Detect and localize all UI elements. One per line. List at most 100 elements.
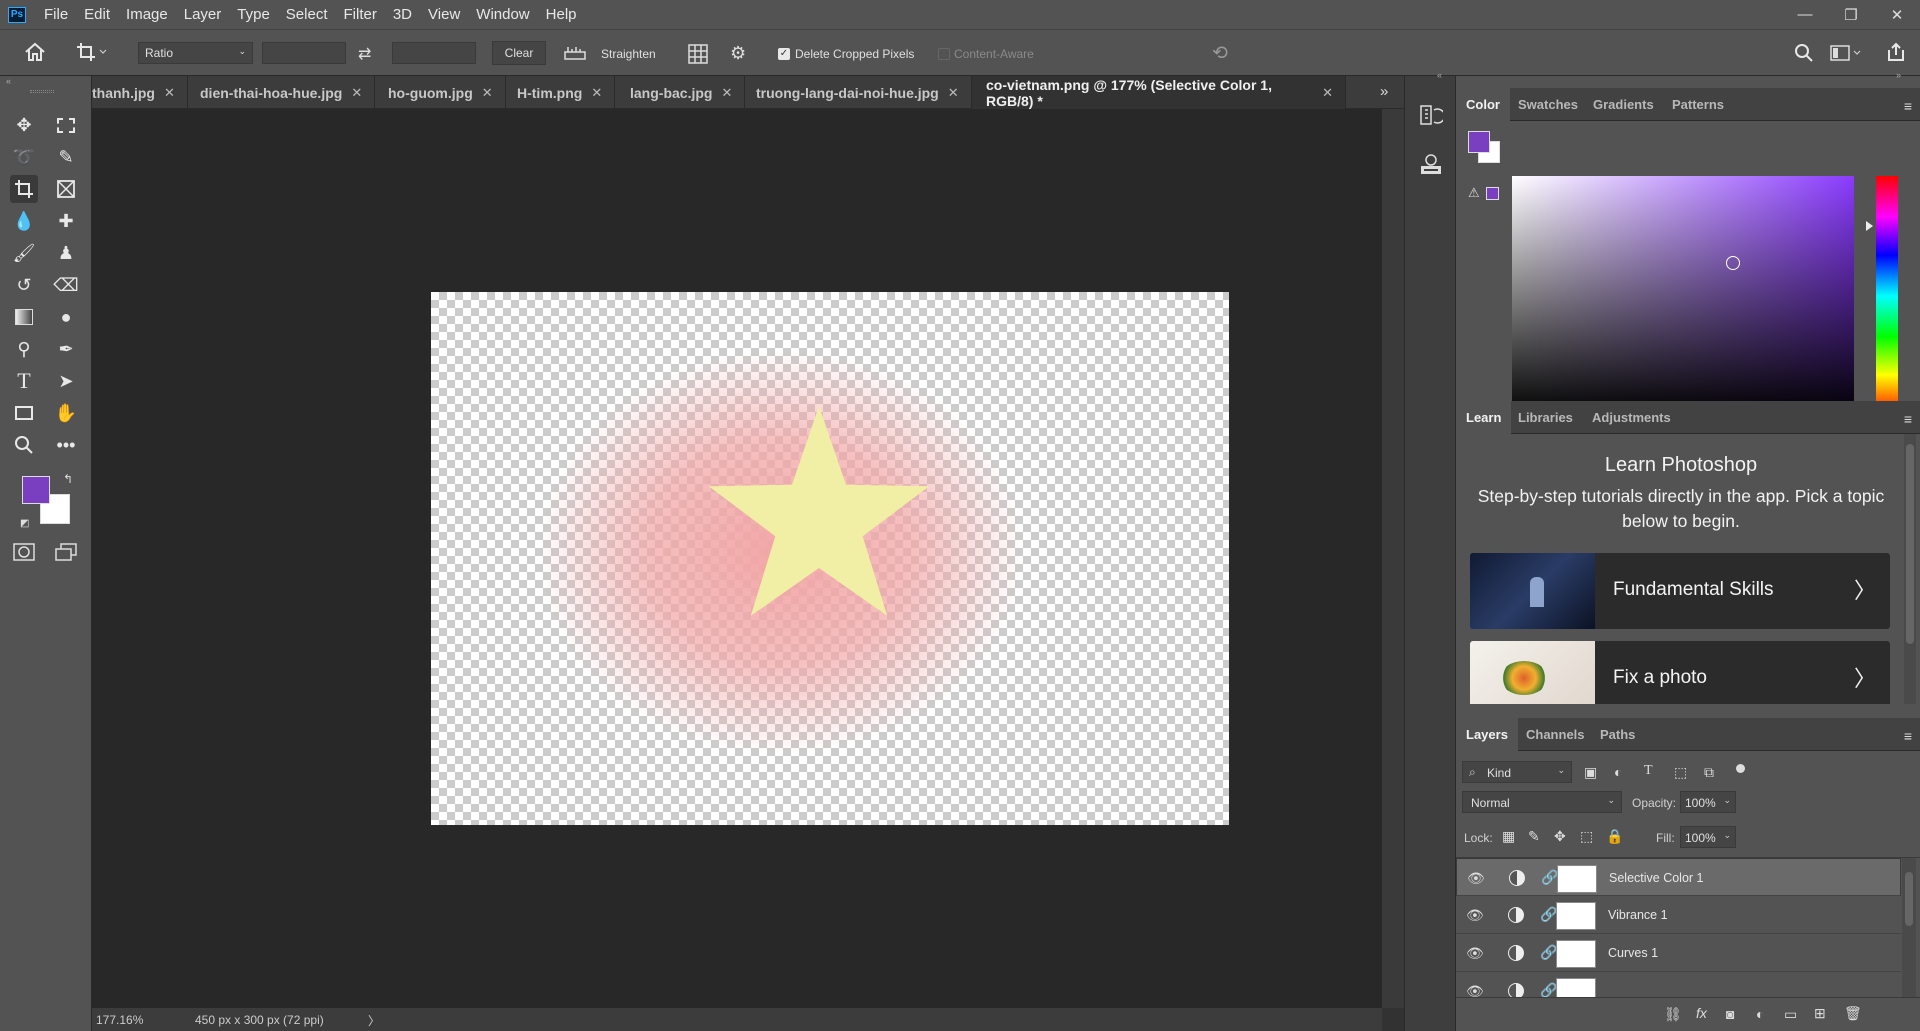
menu-image[interactable]: Image [118, 6, 176, 23]
layer-filter-select[interactable]: ⌕ Kind ⌄ [1462, 761, 1572, 783]
learn-scrollbar[interactable] [1904, 434, 1916, 704]
pen-tool-icon[interactable]: ✒ [52, 335, 80, 363]
restore-button[interactable]: ❐ [1828, 0, 1874, 29]
close-icon[interactable]: ✕ [164, 85, 175, 101]
tab-ho-guom[interactable]: ho-guom.jpg ✕ [374, 76, 506, 109]
dodge-tool-icon[interactable]: ⚲ [10, 335, 38, 363]
delete-cropped-checkbox[interactable]: ✓ [778, 48, 790, 60]
link-icon[interactable]: 🔗 [1540, 906, 1557, 923]
tab-color[interactable]: Color [1456, 88, 1510, 121]
opacity-input[interactable]: 100% ⌄ [1680, 791, 1736, 813]
content-aware-checkbox[interactable] [938, 48, 950, 60]
eye-icon[interactable]: 👁 [1467, 870, 1485, 887]
foreground-color-swatch[interactable] [22, 476, 50, 504]
undo-rotate-icon[interactable]: ⟲ [1212, 42, 1228, 65]
layer-mask-thumbnail[interactable] [1557, 865, 1597, 893]
tab-h-tim[interactable]: H-tim.png ✕ [503, 76, 616, 109]
ratio-height-input[interactable] [392, 42, 476, 64]
layer-style-fx-icon[interactable]: fx [1696, 1005, 1707, 1021]
brush-tool-icon[interactable]: 🖌 [10, 239, 38, 267]
tab-dien-thai-hoa-hue[interactable]: dien-thai-hoa-hue.jpg ✕ [186, 76, 376, 109]
minimize-button[interactable]: — [1782, 0, 1828, 29]
close-icon[interactable]: ✕ [591, 85, 602, 101]
rectangle-tool-icon[interactable] [10, 399, 38, 427]
link-layers-icon[interactable]: ⛓ [1664, 1006, 1682, 1023]
saturation-brightness-field[interactable] [1512, 176, 1854, 416]
tab-adjustments[interactable]: Adjustments [1582, 401, 1681, 434]
menu-view[interactable]: View [420, 6, 468, 23]
layer-name[interactable]: Selective Color 1 [1609, 871, 1704, 885]
quick-selection-tool-icon[interactable]: ✎ [52, 143, 80, 171]
new-adjustment-layer-icon[interactable]: ◐ [1756, 1006, 1764, 1022]
filter-toggle-icon[interactable] [1736, 764, 1745, 773]
straighten-label[interactable]: Straighten [601, 47, 656, 61]
lasso-tool-icon[interactable]: ➰ [10, 143, 38, 171]
swap-icon[interactable]: ⇄ [358, 44, 371, 64]
close-button[interactable]: ✕ [1874, 0, 1920, 29]
layer-row[interactable]: 👁 🔗 [1456, 972, 1901, 997]
menu-type[interactable]: Type [229, 6, 278, 23]
eye-icon[interactable]: 👁 [1466, 907, 1484, 924]
tab-co-vietnam[interactable]: co-vietnam.png @ 177% (Selective Color 1… [972, 76, 1346, 109]
more-tools-icon[interactable]: ••• [52, 431, 80, 459]
menu-layer[interactable]: Layer [176, 6, 230, 23]
lock-image-pixels-icon[interactable]: ✎ [1528, 828, 1540, 845]
fill-input[interactable]: 100% ⌄ [1680, 826, 1736, 848]
menu-select[interactable]: Select [278, 6, 336, 23]
hand-tool-icon[interactable]: ✋ [52, 399, 80, 427]
link-icon[interactable]: 🔗 [1540, 944, 1557, 961]
tab-thanh[interactable]: thanh.jpg ✕ [92, 76, 188, 109]
gamut-color-swatch[interactable] [1486, 187, 1499, 200]
share-icon[interactable] [1886, 42, 1906, 65]
hue-slider-pointer[interactable] [1866, 221, 1873, 231]
gradient-tool-icon[interactable] [10, 303, 38, 331]
move-tool-icon[interactable]: ✥ [10, 111, 38, 139]
tab-gradients[interactable]: Gradients [1583, 88, 1664, 121]
layers-scrollbar[interactable] [1902, 858, 1916, 997]
scrollbar-thumb[interactable] [1906, 444, 1914, 644]
foreground-color-swatch[interactable] [1468, 131, 1490, 153]
close-icon[interactable]: ✕ [1322, 85, 1333, 101]
tab-libraries[interactable]: Libraries [1508, 401, 1583, 434]
layer-row[interactable]: 👁 🔗 Selective Color 1 [1456, 858, 1901, 896]
collapse-arrows-icon[interactable]: » [1896, 70, 1901, 80]
status-menu-arrow[interactable]: 〉 [368, 1012, 380, 1029]
filter-type-icon[interactable]: T [1644, 763, 1653, 779]
swap-colors-icon[interactable]: ↰ [63, 472, 73, 486]
quick-mask-icon[interactable] [10, 538, 38, 566]
menu-file[interactable]: File [36, 6, 76, 23]
tab-layers[interactable]: Layers [1456, 718, 1518, 751]
link-icon[interactable]: 🔗 [1540, 982, 1557, 997]
menu-help[interactable]: Help [538, 6, 585, 23]
workspace-icon[interactable] [1830, 45, 1862, 64]
frame-tool-icon[interactable] [52, 175, 80, 203]
filter-adjustment-icon[interactable]: ◐ [1614, 764, 1622, 780]
close-icon[interactable]: ✕ [351, 85, 362, 101]
filter-pixel-icon[interactable]: ▣ [1584, 764, 1597, 781]
learn-card-fundamental-skills[interactable]: Fundamental Skills 〉 [1470, 553, 1890, 629]
menu-window[interactable]: Window [468, 6, 537, 23]
link-icon[interactable]: 🔗 [1541, 869, 1558, 886]
default-colors-icon[interactable]: ◩ [20, 518, 29, 529]
layer-row[interactable]: 👁 🔗 Vibrance 1 [1456, 896, 1901, 934]
healing-brush-tool-icon[interactable]: ✚ [52, 207, 80, 235]
add-mask-icon[interactable]: ◙ [1726, 1006, 1734, 1022]
overlay-grid-icon[interactable] [688, 44, 708, 67]
ratio-width-input[interactable] [262, 42, 346, 64]
tab-paths[interactable]: Paths [1590, 718, 1645, 751]
gear-icon[interactable]: ⚙ [730, 43, 746, 64]
document-canvas[interactable] [431, 292, 1229, 825]
properties-panel-icon[interactable] [1419, 152, 1443, 179]
crop-tool-icon[interactable] [10, 175, 38, 203]
filter-smart-object-icon[interactable]: ⧉ [1704, 764, 1714, 781]
close-icon[interactable]: ✕ [948, 85, 959, 101]
panel-menu-icon[interactable]: ≡ [1904, 411, 1912, 427]
home-icon[interactable] [24, 42, 46, 65]
layer-mask-thumbnail[interactable] [1556, 940, 1596, 968]
scrollbar-thumb[interactable] [1905, 872, 1913, 926]
eyedropper-tool-icon[interactable]: 💧 [10, 207, 38, 235]
vertical-scrollbar[interactable] [1382, 109, 1404, 1008]
lock-all-icon[interactable]: 🔒 [1606, 828, 1623, 845]
tab-patterns[interactable]: Patterns [1662, 88, 1734, 121]
history-panel-icon[interactable] [1419, 104, 1446, 131]
